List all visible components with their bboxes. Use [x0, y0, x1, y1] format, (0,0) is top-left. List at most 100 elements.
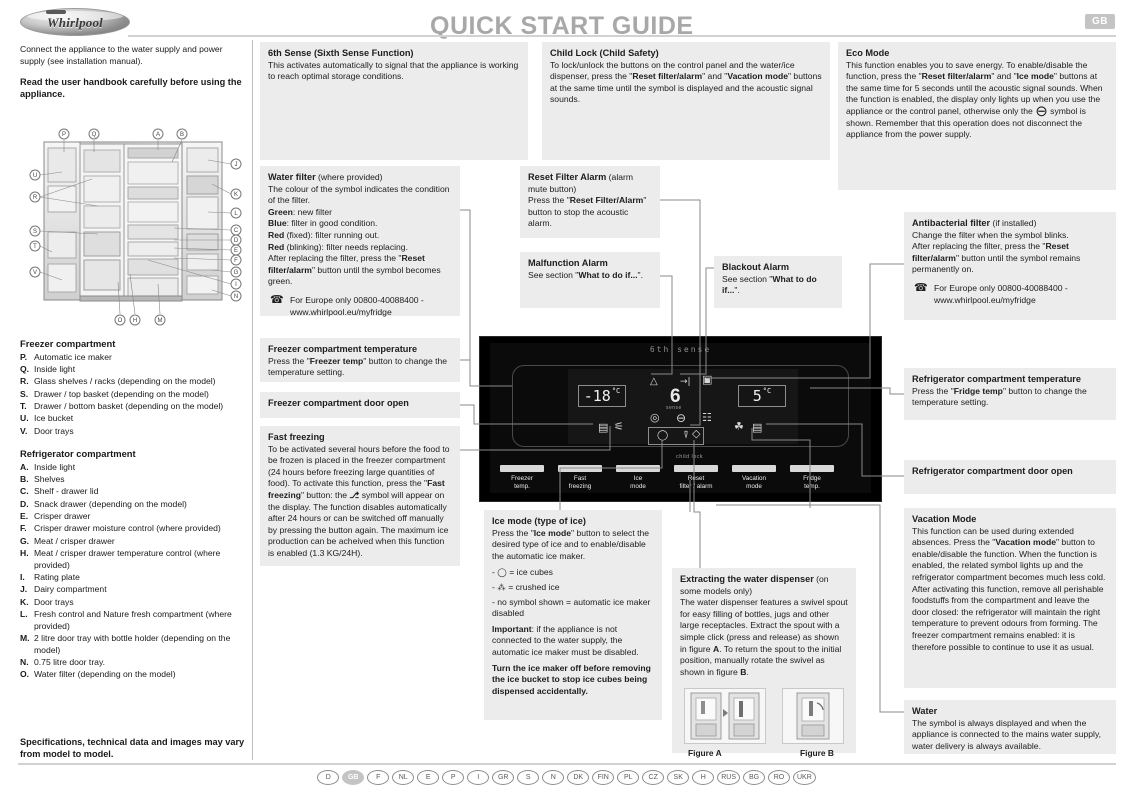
status-red-blink: Red	[268, 241, 285, 252]
lang-E[interactable]: E	[417, 770, 440, 785]
legend-value: Drawer / bottom basket (depending on the…	[34, 400, 224, 411]
figure-b-svg	[783, 689, 843, 743]
button-label-line2: temp.	[514, 482, 530, 490]
button-cap	[616, 465, 660, 472]
legend-key: C.	[20, 486, 29, 497]
lang-FIN[interactable]: FIN	[592, 770, 615, 785]
button-cap	[500, 465, 544, 472]
btn-ref-vacation: Vacation mode	[995, 537, 1056, 548]
lang-CZ[interactable]: CZ	[642, 770, 665, 785]
refrigerator-diagram-svg: P Q A B U R S T V J K L C D E F G I N O	[29, 128, 242, 326]
lang-SK[interactable]: SK	[667, 770, 690, 785]
svg-text:U: U	[33, 173, 37, 179]
svg-text:K: K	[234, 192, 238, 198]
box-body-2: " and "	[991, 71, 1017, 82]
abf-2a: After replacing the filter, press the "	[912, 241, 1046, 252]
support-phone-line: ☎ For Europe only 00800-40088400 - www.w…	[912, 282, 1108, 306]
fridge-temp-unit: °C	[762, 387, 772, 395]
lang-NL[interactable]: NL	[392, 770, 415, 785]
status-red-fixed: Red	[268, 229, 285, 240]
legend-key: E.	[20, 510, 29, 521]
lang-RUS[interactable]: RUS	[717, 770, 740, 785]
ma-3: ".	[637, 269, 643, 280]
btn-ref-reset-filter: Reset filter/alarm	[921, 71, 992, 82]
legend-key: U.	[20, 413, 29, 424]
legend-item: B. Shelves	[20, 474, 252, 486]
legend-key: S.	[20, 388, 29, 399]
legend-item: K. Door trays	[20, 597, 252, 609]
legend-item: A. Inside light	[20, 462, 252, 474]
button-row: Freezer temp. Fast freezing Ice mode Reset f…	[486, 465, 875, 499]
ice-mode-button[interactable]: Ice mode	[616, 465, 660, 490]
lang-S[interactable]: S	[517, 770, 540, 785]
lang-GR[interactable]: GR	[492, 770, 515, 785]
lang-RO[interactable]: RO	[768, 770, 790, 785]
box-title: Vacation Mode	[912, 514, 977, 524]
button-cap	[790, 465, 834, 472]
ma-1: See section "	[528, 269, 579, 280]
legend-value: Door trays	[34, 596, 74, 607]
intro-line-2: Read the user handbook carefully before …	[20, 77, 242, 100]
box-title: Water	[912, 706, 938, 716]
crushed-ice-icon: ⍒	[683, 430, 689, 441]
box-title: 6th Sense (Sixth Sense Function)	[268, 48, 414, 58]
btn-ref-reset-filter: Reset Filter/Alarm	[569, 195, 644, 206]
lang-P[interactable]: P	[442, 770, 465, 785]
lang-UKR[interactable]: UKR	[793, 770, 816, 785]
box-fast-freezing: Fast freezing To be activated several ho…	[260, 426, 460, 566]
legend-value: Shelf - drawer lid	[34, 486, 99, 497]
lang-I[interactable]: I	[467, 770, 490, 785]
box-title-sub: (if installed)	[990, 218, 1037, 228]
vacation-mode-button[interactable]: Vacation mode	[732, 465, 776, 490]
legend-item: L. Fresh control and Nature fresh compart…	[20, 609, 252, 633]
lang-F[interactable]: F	[367, 770, 390, 785]
box-fridge-temp: Refrigerator compartment temperature Pre…	[904, 368, 1116, 420]
svg-text:O: O	[118, 318, 123, 324]
lang-H[interactable]: H	[692, 770, 715, 785]
fridge-temp-button[interactable]: Fridge temp.	[790, 465, 834, 490]
legend-key: N.	[20, 657, 29, 668]
child-lock-icon: ☷	[702, 411, 712, 424]
legend-value: Shelves	[34, 474, 65, 485]
box-title: Malfunction Alarm	[528, 258, 608, 268]
button-label-line1: Ice	[633, 475, 643, 482]
legend-item: G. Meat / crisper drawer	[20, 536, 252, 548]
reset-filter-alarm-button[interactable]: Reset filter / alarm	[674, 465, 718, 490]
legend-key: G.	[20, 535, 30, 546]
legend-value: Inside light	[34, 364, 76, 375]
box-body: This activates automatically to signal t…	[268, 59, 519, 82]
box-child-lock: Child Lock (Child Safety) To lock/unlock…	[542, 42, 830, 160]
legend-value: Dairy compartment	[34, 584, 107, 595]
fast-freezing-button[interactable]: Fast freezing	[558, 465, 602, 490]
box-title: Antibacterial filter	[912, 218, 991, 228]
freezer-temp-value: -18	[583, 387, 611, 405]
lang-D[interactable]: D	[317, 770, 340, 785]
lang-N[interactable]: N	[542, 770, 565, 785]
svg-text:B: B	[180, 132, 184, 138]
freezer-temp-button[interactable]: Freezer temp.	[500, 465, 544, 490]
box-ice-mode: Ice mode (type of ice) Press the "Ice mo…	[484, 510, 662, 720]
crushed-ice-bullet: - ⁂ = crushed ice	[492, 581, 560, 592]
lang-DK[interactable]: DK	[567, 770, 590, 785]
btn-ref-freezer-temp: Freezer temp	[309, 355, 364, 366]
box-sixth-sense: 6th Sense (Sixth Sense Function) This ac…	[260, 42, 528, 160]
fast-freeze-symbol-icon: ⎇	[349, 489, 360, 500]
ice-cubes-icon: ◯	[657, 430, 669, 441]
lang-PL[interactable]: PL	[617, 770, 640, 785]
freezer-temp-unit: °C	[611, 387, 621, 395]
box-blackout-alarm: Blackout Alarm See section "What to do i…	[714, 256, 842, 308]
legend-value: Crisper drawer moisture control (where p…	[34, 523, 221, 534]
box-title: Eco Mode	[846, 48, 890, 58]
vm-p2a: Press the "	[953, 537, 996, 548]
button-cap	[558, 465, 602, 472]
btn-ref-ice-mode: Ice mode	[1016, 71, 1054, 82]
box-eco-mode: Eco Mode This function enables you to sa…	[838, 42, 1116, 190]
lang-GB[interactable]: GB	[342, 770, 365, 785]
intro-line-1: Connect the appliance to the water suppl…	[20, 44, 223, 66]
button-label-line1: Fast	[573, 475, 587, 482]
box-antibacterial-filter: Antibacterial filter (if installed) Chan…	[904, 212, 1116, 320]
water-drop-icon: ◇	[692, 427, 701, 440]
lang-BG[interactable]: BG	[743, 770, 765, 785]
fridge-temperature-display: 5 °C	[738, 385, 786, 407]
box-body: The symbol is always displayed and when …	[912, 717, 1102, 751]
